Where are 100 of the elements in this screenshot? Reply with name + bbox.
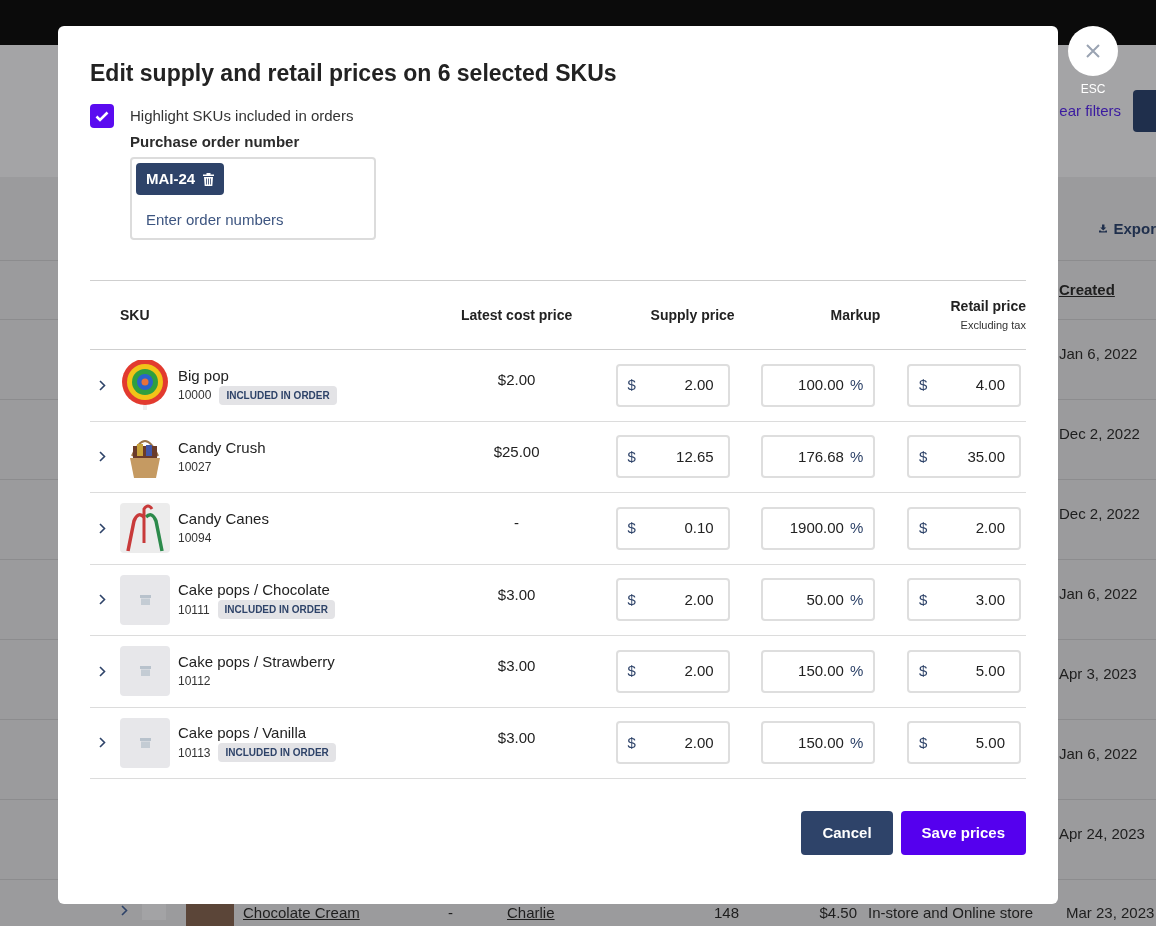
price-field[interactable]: $ 35.00 xyxy=(907,435,1021,479)
column-header[interactable]: Created xyxy=(1059,278,1115,302)
supplier-link[interactable]: Charlie xyxy=(507,902,714,925)
price-field[interactable]: 50.00 % xyxy=(761,578,876,622)
close-icon xyxy=(1085,43,1101,59)
price-field[interactable]: $ 12.65 xyxy=(615,435,730,479)
currency-prefix: $ xyxy=(919,518,928,538)
currency-prefix: $ xyxy=(919,589,928,610)
currency-prefix: $ xyxy=(627,518,636,538)
chevron-right-icon[interactable] xyxy=(99,451,106,463)
chevron-right-icon[interactable] xyxy=(99,665,106,677)
column-header: Latest cost price xyxy=(461,305,573,325)
included-badge: INCLUDED IN ORDER xyxy=(218,743,336,763)
box-icon xyxy=(139,666,151,677)
price-field[interactable]: $ 2.00 xyxy=(615,363,730,407)
trash-icon[interactable] xyxy=(203,172,215,186)
table-cell-text: $4.50 xyxy=(818,903,857,923)
chevron-right-icon[interactable] xyxy=(99,522,106,534)
product-name: Candy Canes xyxy=(178,509,269,530)
percent-suffix: % xyxy=(849,375,864,395)
checkbox-label: Highlight SKUs included in orders xyxy=(130,106,355,126)
cancel-button[interactable]: Cancel xyxy=(801,811,893,855)
chevron-right-icon[interactable] xyxy=(99,737,106,749)
clear-filters-link[interactable]: ear filters xyxy=(1059,99,1121,123)
column-header: Supply price xyxy=(650,305,735,325)
chevron-right-icon[interactable] xyxy=(99,594,106,606)
price-field[interactable]: $ 2.00 xyxy=(615,721,730,765)
currency-prefix: $ xyxy=(919,446,928,467)
currency-prefix: $ xyxy=(627,661,636,681)
checkbox[interactable] xyxy=(90,104,114,128)
column-header: SKU xyxy=(120,305,150,325)
table-cell: Jan 6, 2022 xyxy=(1059,585,1138,602)
currency-prefix: $ xyxy=(919,732,928,753)
sku-number: 10094 xyxy=(178,530,212,548)
table-cell: Dec 2, 2022 xyxy=(1059,425,1140,442)
table-cell-text: - xyxy=(448,903,454,923)
table-cell: Jan 6, 2022 xyxy=(1059,345,1138,362)
price-field[interactable]: $ 4.00 xyxy=(907,363,1021,407)
table-cell-text: $3.00 xyxy=(497,656,536,676)
product-name: Cake pops / Chocolate xyxy=(178,580,331,601)
sku-number: 10027 xyxy=(178,458,212,476)
column-header: Retail price xyxy=(950,297,1026,317)
included-badge: INCLUDED IN ORDER xyxy=(217,600,335,620)
price-field[interactable]: 100.00 % xyxy=(761,363,876,407)
order-tag[interactable]: MAI-24 xyxy=(136,163,225,195)
sku-number: 10000 xyxy=(178,387,212,405)
currency-prefix: $ xyxy=(627,732,636,753)
order-number-field[interactable]: MAI-24 Enter order numbers xyxy=(130,157,376,240)
product-name: Cake pops / Vanilla xyxy=(178,723,308,744)
currency-prefix: $ xyxy=(919,375,928,395)
price-field[interactable]: $ 3.00 xyxy=(907,578,1021,622)
table-cell-text: - xyxy=(514,513,520,533)
table-cell: Jan 6, 2022 xyxy=(1059,745,1138,762)
sku-number: 10111 xyxy=(178,601,210,619)
product-name: Big pop xyxy=(178,365,230,386)
percent-suffix: % xyxy=(849,732,864,753)
percent-suffix: % xyxy=(849,661,864,681)
table-cell: Apr 24, 2023 xyxy=(1059,825,1145,842)
checkmark-icon xyxy=(95,110,109,122)
column-note: Excluding tax xyxy=(960,318,1026,334)
table-cell-text: $25.00 xyxy=(493,441,540,462)
table-cell: Dec 2, 2022 xyxy=(1059,505,1140,522)
price-field[interactable]: $ 5.00 xyxy=(907,649,1021,693)
chevron-right-icon[interactable] xyxy=(99,379,106,391)
currency-prefix: $ xyxy=(627,446,636,467)
percent-suffix: % xyxy=(849,589,864,610)
price-field[interactable]: $ 2.00 xyxy=(907,506,1021,550)
price-field[interactable]: 1900.00 % xyxy=(761,506,876,550)
product-link[interactable]: Chocolate Cream xyxy=(243,902,448,925)
table-cell-text: Mar 23, 2023 xyxy=(1066,903,1155,923)
column-header: Markup xyxy=(830,305,881,325)
price-field[interactable]: $ 2.00 xyxy=(615,578,730,622)
price-field[interactable]: 150.00 % xyxy=(761,649,876,693)
box-icon xyxy=(139,594,151,605)
price-field[interactable]: $ 2.00 xyxy=(615,649,730,693)
table-cell-text: $2.00 xyxy=(497,370,536,390)
price-field[interactable]: $ 5.00 xyxy=(907,721,1021,765)
export-button[interactable]: Expor xyxy=(1059,217,1156,240)
close-shortcut-label: ESC xyxy=(1079,81,1107,98)
dialog-title: Edit supply and retail prices on 6 selected SKUs xyxy=(90,59,618,88)
product-name: Cake pops / Strawberry xyxy=(178,652,335,673)
currency-prefix: $ xyxy=(627,589,636,610)
product-name: Candy Crush xyxy=(178,437,266,458)
included-badge: INCLUDED IN ORDER xyxy=(219,385,337,405)
currency-prefix: $ xyxy=(919,661,928,681)
sku-number: 10113 xyxy=(178,744,211,762)
table-cell-text: 148 xyxy=(714,903,741,923)
sku-number: 10112 xyxy=(178,673,211,691)
candy-canes-drawing xyxy=(120,503,170,554)
price-field[interactable]: $ 0.10 xyxy=(615,506,730,550)
table-cell-text: In-store and Online store xyxy=(868,903,1035,923)
box-icon xyxy=(139,737,151,748)
percent-suffix: % xyxy=(849,446,864,467)
price-field[interactable]: 150.00 % xyxy=(761,721,876,765)
price-field[interactable]: 176.68 % xyxy=(761,435,876,479)
table-cell: Apr 3, 2023 xyxy=(1059,665,1137,682)
percent-suffix: % xyxy=(849,518,864,538)
save-button[interactable]: Save prices xyxy=(900,811,1026,855)
table-cell-text: $3.00 xyxy=(497,584,536,605)
lollipop-drawing xyxy=(120,360,170,411)
